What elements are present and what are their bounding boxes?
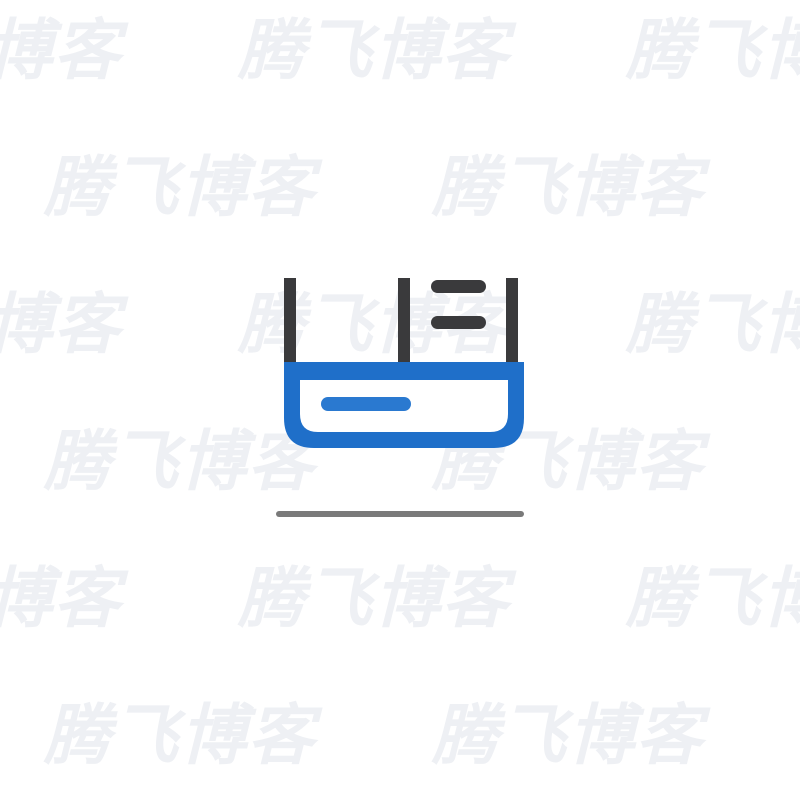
right-frame-bar: [506, 278, 518, 370]
watermark-text: 腾飞博客: [44, 697, 316, 774]
watermark-text: 腾飞博客: [432, 697, 704, 774]
left-frame-bar: [284, 278, 296, 370]
tray-bar: [321, 397, 411, 411]
panel-line-1: [431, 280, 486, 293]
watermark-text: 腾飞博客: [0, 286, 122, 363]
watermark-text: 腾飞博客: [626, 286, 800, 363]
watermark-text: 腾飞博客: [626, 560, 800, 637]
watermark-text: 腾飞博客: [626, 12, 800, 89]
watermark-text: 腾飞博客: [238, 12, 510, 89]
watermark-text: 腾飞博客: [0, 560, 122, 637]
app-window-icon: [276, 278, 524, 517]
panel-line-2: [431, 316, 486, 329]
middle-divider-bar: [398, 278, 410, 370]
watermark-text: 腾飞博客: [44, 149, 316, 226]
watermark-text: 腾飞博客: [238, 560, 510, 637]
watermark-text: 腾飞博客: [0, 12, 122, 89]
watermark-text: 腾飞博客: [432, 149, 704, 226]
underline-bar: [276, 511, 524, 517]
